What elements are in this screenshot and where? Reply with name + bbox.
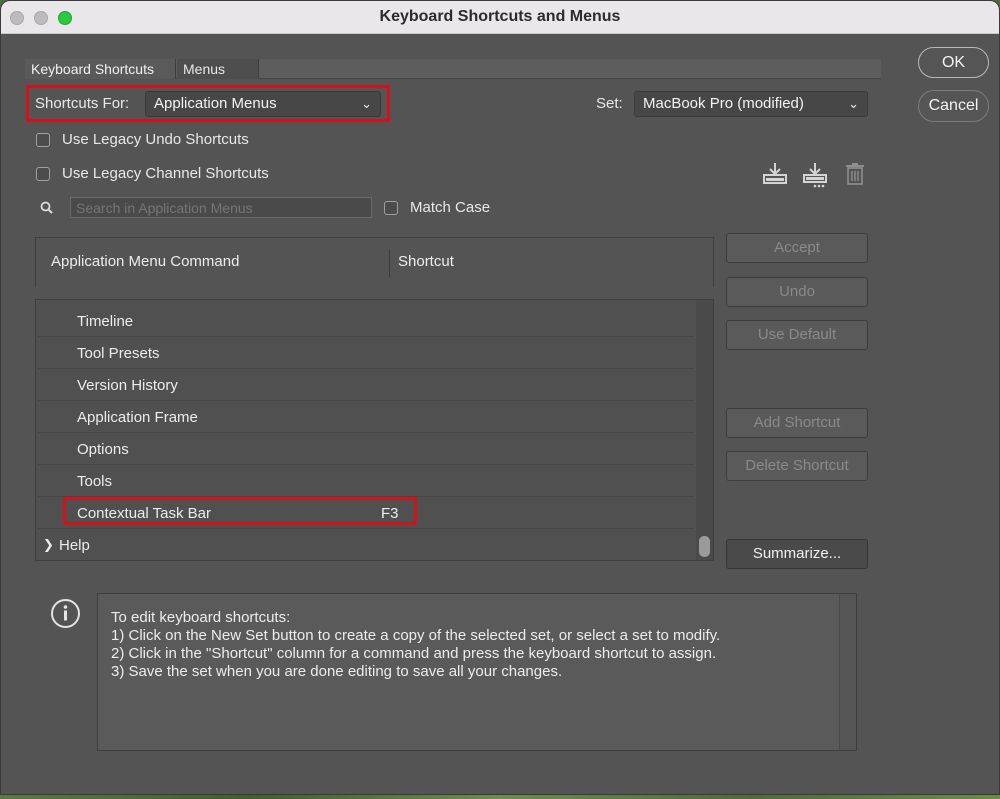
instruction-line: 2) Click in the "Shortcut" column for a … (111, 645, 717, 662)
table-row[interactable]: Version History (38, 370, 694, 401)
column-header-shortcut[interactable]: Shortcut (398, 253, 454, 270)
instruction-line: 3) Save the set when you are done editin… (111, 663, 563, 680)
table-row[interactable]: Options (38, 434, 694, 465)
table-row[interactable]: Tools (38, 466, 694, 497)
column-divider[interactable] (389, 249, 390, 277)
download-dotted-icon[interactable] (801, 161, 829, 189)
use-default-button[interactable]: Use Default (726, 320, 868, 350)
ok-button[interactable]: OK (918, 47, 989, 78)
table-scrollbar[interactable] (696, 300, 713, 560)
tab-menus[interactable]: Menus (177, 59, 259, 79)
undo-button[interactable]: Undo (726, 277, 868, 307)
table-scroll-thumb[interactable] (699, 536, 710, 557)
column-header-command[interactable]: Application Menu Command (51, 253, 239, 270)
instructions-scrollbar[interactable] (839, 594, 856, 750)
set-value: MacBook Pro (modified) (643, 95, 804, 112)
command-cell: Timeline (77, 313, 134, 330)
instruction-line: To edit keyboard shortcuts: (111, 609, 291, 626)
dialog-window: Keyboard Shortcuts and Menus Keyboard Sh… (0, 0, 1000, 795)
add-shortcut-button[interactable]: Add Shortcut (726, 408, 868, 438)
command-cell: Application Frame (77, 409, 198, 426)
instruction-line: 1) Click on the New Set button to create… (111, 627, 721, 644)
cancel-button[interactable]: Cancel (918, 90, 989, 122)
table-row[interactable]: Application Frame (38, 402, 694, 433)
desktop-background (0, 795, 1000, 799)
instructions-text: To edit keyboard shortcuts: 1) Click on … (98, 594, 839, 750)
shortcuts-for-value: Application Menus (154, 95, 277, 112)
shortcuts-for-select[interactable]: Application Menus ⌄ (145, 91, 381, 117)
command-cell: Tool Presets (77, 345, 160, 362)
command-cell: Help (59, 537, 90, 554)
download-icon[interactable] (761, 161, 789, 187)
legacy-undo-checkbox[interactable] (36, 133, 50, 147)
info-icon (50, 598, 81, 629)
command-cell: Tools (77, 473, 113, 490)
delete-shortcut-button[interactable]: Delete Shortcut (726, 451, 868, 481)
window-title: Keyboard Shortcuts and Menus (379, 8, 621, 25)
trash-icon[interactable] (844, 162, 866, 186)
title-bar: Keyboard Shortcuts and Menus (1, 1, 999, 34)
legacy-channel-label: Use Legacy Channel Shortcuts (62, 165, 269, 182)
legacy-undo-label: Use Legacy Undo Shortcuts (62, 131, 249, 148)
match-case-label: Match Case (410, 199, 491, 216)
legacy-channel-checkbox[interactable] (36, 167, 50, 181)
summarize-button[interactable]: Summarize... (726, 539, 868, 569)
set-select[interactable]: MacBook Pro (modified) ⌄ (634, 91, 868, 117)
tab-strip: Keyboard Shortcuts Menus (25, 59, 881, 79)
selected-row-highlight (63, 497, 417, 525)
table-row[interactable]: Tool Presets (38, 338, 694, 369)
accept-button[interactable]: Accept (726, 233, 868, 263)
tab-keyboard-shortcuts[interactable]: Keyboard Shortcuts (25, 59, 176, 79)
command-cell: Options (77, 441, 129, 458)
instructions-box: To edit keyboard shortcuts: 1) Click on … (97, 593, 857, 751)
search-icon (39, 200, 55, 216)
chevron-right-icon[interactable]: ❯ (43, 537, 54, 553)
table-row-group[interactable]: ❯ Help (38, 530, 694, 560)
shortcuts-for-label: Shortcuts For: (35, 95, 130, 112)
search-input[interactable] (70, 197, 372, 218)
chevron-down-icon: ⌄ (361, 96, 372, 111)
command-cell: Version History (77, 377, 178, 394)
match-case-checkbox[interactable] (384, 201, 398, 215)
set-label: Set: (596, 95, 623, 112)
table-row[interactable]: Timeline (38, 306, 694, 337)
table-header: Application Menu Command Shortcut (35, 237, 714, 287)
chevron-down-icon: ⌄ (848, 96, 859, 111)
